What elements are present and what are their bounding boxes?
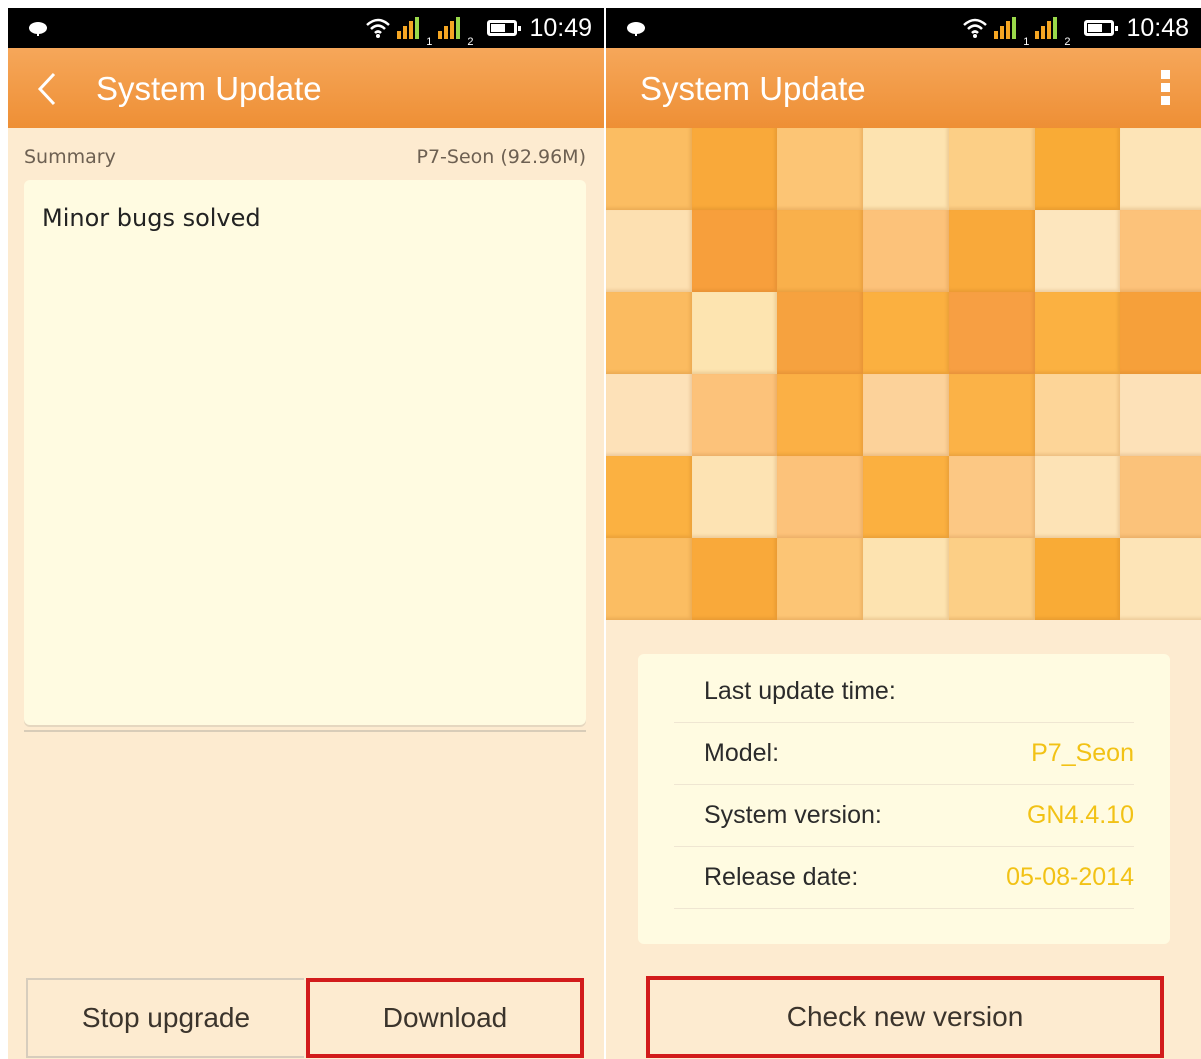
package-info: P7-Seon (92.96M) xyxy=(416,146,586,168)
back-arrow-icon[interactable] xyxy=(36,72,58,106)
mosaic-tile xyxy=(949,538,1035,620)
mosaic-tile xyxy=(692,292,777,374)
info-row-version: System version: GN4.4.10 xyxy=(674,784,1134,847)
system-version-label: System version: xyxy=(704,800,882,829)
mosaic-tile xyxy=(1035,210,1120,292)
mosaic-tile xyxy=(606,128,692,210)
battery-icon xyxy=(1084,20,1119,36)
device-info-card: Last update time: Model: P7_Seon System … xyxy=(638,654,1170,944)
overflow-menu-icon[interactable] xyxy=(1161,70,1171,109)
signal-sim2-icon xyxy=(1035,17,1058,39)
mosaic-tile xyxy=(949,128,1035,210)
download-button[interactable]: Download xyxy=(306,978,584,1058)
mosaic-tile xyxy=(863,538,949,620)
mosaic-tile xyxy=(1120,128,1201,210)
mosaic-tile xyxy=(777,128,863,210)
mosaic-tile xyxy=(1120,374,1201,456)
mosaic-tile xyxy=(692,128,777,210)
mosaic-tile xyxy=(692,456,777,538)
mosaic-tile xyxy=(863,374,949,456)
mosaic-tile xyxy=(1120,210,1201,292)
status-time: 10:49 xyxy=(529,13,592,42)
model-label: Model: xyxy=(704,738,780,767)
mosaic-tile xyxy=(606,292,692,374)
cloud-icon xyxy=(29,22,47,36)
mosaic-tile xyxy=(777,292,863,374)
release-date-value: 05-08-2014 xyxy=(1006,862,1134,891)
release-notes-box[interactable]: Minor bugs solved xyxy=(24,180,586,725)
mosaic-tile xyxy=(606,374,692,456)
last-update-label: Last update time: xyxy=(704,676,896,705)
mosaic-tile xyxy=(863,210,949,292)
left-screen: 1 2 10:49 System Update Summary P7-Seon … xyxy=(8,8,604,1059)
divider xyxy=(24,730,586,732)
status-bar: 1 2 10:48 xyxy=(606,8,1201,48)
mosaic-tile xyxy=(863,292,949,374)
mosaic-tile xyxy=(1035,538,1120,620)
mosaic-tile xyxy=(606,210,692,292)
signal-sim1-icon xyxy=(994,17,1017,39)
mosaic-tile xyxy=(777,456,863,538)
mosaic-tile xyxy=(1035,292,1120,374)
mosaic-tile xyxy=(692,210,777,292)
right-screen: 1 2 10:48 System Update Last update time… xyxy=(606,8,1201,1059)
info-row-model: Model: P7_Seon xyxy=(674,722,1134,785)
summary-label: Summary xyxy=(24,146,116,168)
mosaic-tile xyxy=(949,292,1035,374)
mosaic-tile xyxy=(1120,456,1201,538)
page-title: System Update xyxy=(96,70,322,107)
mosaic-tile xyxy=(949,374,1035,456)
cloud-icon xyxy=(627,22,645,36)
info-row-release: Release date: 05-08-2014 xyxy=(674,846,1134,909)
check-new-version-button[interactable]: Check new version xyxy=(646,976,1164,1058)
mosaic-tile xyxy=(777,210,863,292)
info-row-last-update: Last update time: xyxy=(674,660,1134,723)
mosaic-banner xyxy=(606,128,1201,620)
battery-icon xyxy=(487,20,522,36)
wifi-icon xyxy=(366,18,391,38)
mosaic-tile xyxy=(1120,538,1201,620)
status-bar: 1 2 10:49 xyxy=(8,8,604,48)
wifi-icon xyxy=(963,18,988,38)
mosaic-tile xyxy=(777,374,863,456)
app-bar: System Update xyxy=(8,48,604,128)
stop-upgrade-button[interactable]: Stop upgrade xyxy=(26,978,304,1058)
model-value: P7_Seon xyxy=(1031,738,1134,767)
app-bar: System Update xyxy=(606,48,1201,128)
mosaic-tile xyxy=(863,456,949,538)
system-version-value: GN4.4.10 xyxy=(1026,800,1134,829)
mosaic-tile xyxy=(1035,128,1120,210)
signal-sim1-icon xyxy=(397,17,420,39)
mosaic-tile xyxy=(606,538,692,620)
mosaic-tile xyxy=(863,128,949,210)
mosaic-tile xyxy=(1035,456,1120,538)
mosaic-tile xyxy=(1120,292,1201,374)
mosaic-tile xyxy=(606,456,692,538)
signal-sim2-icon xyxy=(438,17,461,39)
release-notes-text: Minor bugs solved xyxy=(42,204,261,232)
page-title: System Update xyxy=(640,70,866,107)
mosaic-tile xyxy=(692,374,777,456)
mosaic-tile xyxy=(1035,374,1120,456)
status-time: 10:48 xyxy=(1126,13,1189,42)
mosaic-tile xyxy=(949,210,1035,292)
mosaic-tile xyxy=(777,538,863,620)
mosaic-tile xyxy=(949,456,1035,538)
mosaic-tile xyxy=(692,538,777,620)
summary-header: Summary P7-Seon (92.96M) xyxy=(24,146,586,168)
release-date-label: Release date: xyxy=(704,862,859,891)
